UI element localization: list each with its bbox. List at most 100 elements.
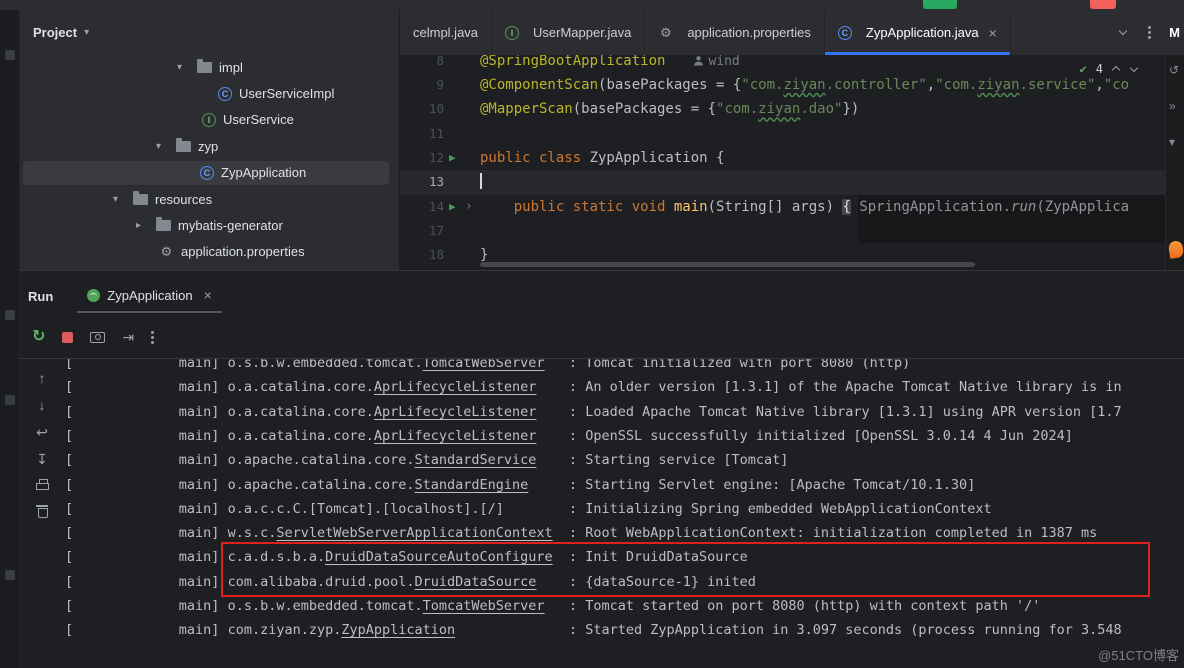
code-editor[interactable]: 8@SpringBootApplicationwind9@ComponentSc… (400, 55, 1165, 270)
export-icon[interactable]: ⇥ (122, 330, 134, 344)
tree-item-impl[interactable]: ▾impl (20, 54, 399, 80)
close-icon[interactable]: × (204, 287, 212, 303)
soft-wrap-icon[interactable]: ↩ (36, 425, 48, 439)
rerun-icon[interactable]: ↻ (32, 329, 45, 345)
console-line[interactable]: [ main] o.s.b.w.embedded.tomcat.TomcatWe… (65, 594, 1040, 618)
line-number: 11 (400, 122, 444, 146)
class-link[interactable]: TomcatWebServer (423, 359, 545, 371)
console-line[interactable]: [ main] o.s.b.w.embedded.tomcat.TomcatWe… (65, 359, 910, 375)
tab-application-properties[interactable]: ⚙application.properties (645, 10, 825, 55)
line-number: 14 (400, 195, 444, 219)
chevron-down-icon[interactable]: ▾ (1169, 135, 1175, 149)
logger-name: o.a.c.c.C.[Tomcat].[localhost].[/] (228, 497, 569, 521)
clear-icon[interactable] (36, 504, 48, 517)
chevron-down-icon[interactable]: ▾ (113, 194, 133, 205)
tree-item-userservice[interactable]: IUserService (20, 107, 399, 133)
close-icon[interactable]: × (989, 25, 997, 41)
class-link[interactable]: StandardService (415, 452, 537, 468)
tree-item-mybatis-generator[interactable]: ▸mybatis-generator (20, 212, 399, 238)
run-toolbar: ↻⇥ (32, 323, 154, 351)
reload-icon[interactable]: ↺ (1169, 63, 1179, 77)
chevron-down-icon[interactable]: ▾ (156, 141, 176, 152)
stop-button[interactable] (1090, 0, 1116, 9)
tab-usermapper-java[interactable]: IUserMapper.java (492, 10, 645, 55)
up-icon[interactable]: ↑ (39, 371, 46, 385)
notification-flame-icon[interactable] (1168, 240, 1184, 259)
scroll-end-icon[interactable]: ↧ (36, 452, 48, 466)
tab-celmpl-java[interactable]: celmpl.java (400, 10, 492, 55)
code-text: public class ZypApplication { (480, 146, 724, 170)
console-line[interactable]: [ main] com.ziyan.zyp.ZypApplication: St… (65, 618, 1122, 642)
project-panel-header[interactable]: Project ▾ (20, 10, 399, 54)
console-line[interactable]: [ main] o.apache.catalina.core.StandardE… (65, 473, 975, 497)
horizontal-scrollbar[interactable] (480, 262, 975, 267)
class-link[interactable]: ZypApplication (341, 622, 455, 638)
console-output[interactable]: [ main] o.s.b.w.embedded.tomcat.TomcatWe… (65, 359, 1184, 668)
console-line[interactable]: [ main] o.a.c.c.C.[Tomcat].[localhost].[… (65, 497, 992, 521)
more-icon[interactable] (151, 336, 154, 339)
logger-name: o.apache.catalina.core.StandardEngine (228, 473, 569, 497)
tool-stripe-icon[interactable] (5, 310, 15, 320)
camera-icon[interactable] (90, 332, 105, 343)
line-number: 18 (400, 243, 444, 267)
class-link[interactable]: StandardEngine (415, 477, 529, 493)
class-link[interactable]: AprLifecycleListener (374, 379, 537, 395)
run-button[interactable] (923, 0, 957, 9)
logger-name: o.s.b.w.embedded.tomcat.TomcatWebServer (228, 359, 569, 375)
code-line[interactable]: 9@ComponentScan(basePackages = {"com.ziy… (400, 73, 1165, 97)
run-panel-header: Run ZypApplication × (28, 279, 222, 313)
chevron-down-icon[interactable]: ▾ (177, 62, 197, 73)
prev-issue-chevron-icon[interactable] (1112, 65, 1121, 74)
console-line[interactable]: [ main] o.apache.catalina.core.StandardS… (65, 448, 788, 472)
down-icon[interactable]: ↓ (39, 398, 46, 412)
code-line[interactable]: 10@MapperScan(basePackages = {"com.ziyan… (400, 97, 1165, 121)
code-text: @MapperScan(basePackages = {"com.ziyan.d… (480, 97, 859, 121)
code-line[interactable]: 8@SpringBootApplicationwind (400, 55, 1165, 73)
line-number: 8 (400, 55, 444, 73)
code-line[interactable]: 12▶ public class ZypApplication { (400, 146, 1165, 170)
chevron-right-icon[interactable]: ▸ (136, 220, 156, 231)
line-number: 12 (400, 146, 444, 170)
run-config-tab[interactable]: ZypApplication × (77, 279, 221, 313)
class-link[interactable]: TomcatWebServer (423, 598, 545, 614)
tab-options-kebab-icon[interactable] (1148, 31, 1151, 34)
tree-item-resources[interactable]: ▾ resources (20, 186, 399, 212)
tree-item-zypapplication[interactable]: CZypApplication (20, 160, 399, 186)
tree-item-label: application.properties (181, 244, 305, 259)
tree-item-application-properties[interactable]: ⚙application.properties (20, 239, 399, 265)
console-line[interactable]: [ main] o.a.catalina.core.AprLifecycleLi… (65, 424, 1073, 448)
console-line[interactable]: [ main] o.a.catalina.core.AprLifecycleLi… (65, 400, 1122, 424)
code-line[interactable]: 13 (400, 170, 1165, 194)
class-link[interactable]: ServletWebServerApplicationContext (276, 525, 552, 541)
tree-item-zyp[interactable]: ▾ zyp (20, 133, 399, 159)
folder-icon (176, 141, 191, 152)
run-gutter-icon[interactable]: ▶ (449, 146, 456, 170)
stop-icon[interactable] (62, 332, 73, 343)
double-arrow-icon[interactable]: » (1169, 99, 1176, 113)
tree-item-userserviceimpl[interactable]: CUserServiceImpl (20, 80, 399, 106)
fold-chevron-icon[interactable]: › (465, 195, 473, 219)
folder-icon (156, 220, 171, 231)
code-line[interactable]: 11 (400, 122, 1165, 146)
class-icon: C (218, 87, 232, 101)
console-line[interactable]: [ main] o.a.catalina.core.AprLifecycleLi… (65, 375, 1122, 399)
hidden-tabs-chevron-icon[interactable] (1119, 28, 1128, 37)
text-caret (480, 173, 482, 189)
tool-stripe-icon[interactable] (5, 50, 15, 60)
class-link[interactable]: AprLifecycleListener (374, 428, 537, 444)
run-tool-window: Run ZypApplication × ↻⇥ ↑↓↩↧ [ main] o.s… (20, 270, 1184, 668)
tab-zypapplication-java[interactable]: CZypApplication.java× (825, 10, 1011, 55)
class-link[interactable]: AprLifecycleListener (374, 404, 537, 420)
run-panel-title: Run (28, 289, 53, 304)
code-text: @ComponentScan(basePackages = {"com.ziya… (480, 73, 1129, 97)
tool-stripe-icon[interactable] (5, 395, 15, 405)
interface-icon: I (202, 113, 216, 127)
right-tool-window-label[interactable]: M (1165, 10, 1184, 55)
inspections-widget[interactable]: ✔ 4 (1074, 60, 1145, 78)
tree-item-label: resources (155, 192, 212, 207)
tool-stripe-icon[interactable] (5, 570, 15, 580)
tree-item-label: zyp (198, 139, 218, 154)
run-gutter-icon[interactable]: ▶ (449, 195, 456, 219)
next-issue-chevron-icon[interactable] (1130, 65, 1139, 74)
print-icon[interactable] (36, 479, 49, 491)
